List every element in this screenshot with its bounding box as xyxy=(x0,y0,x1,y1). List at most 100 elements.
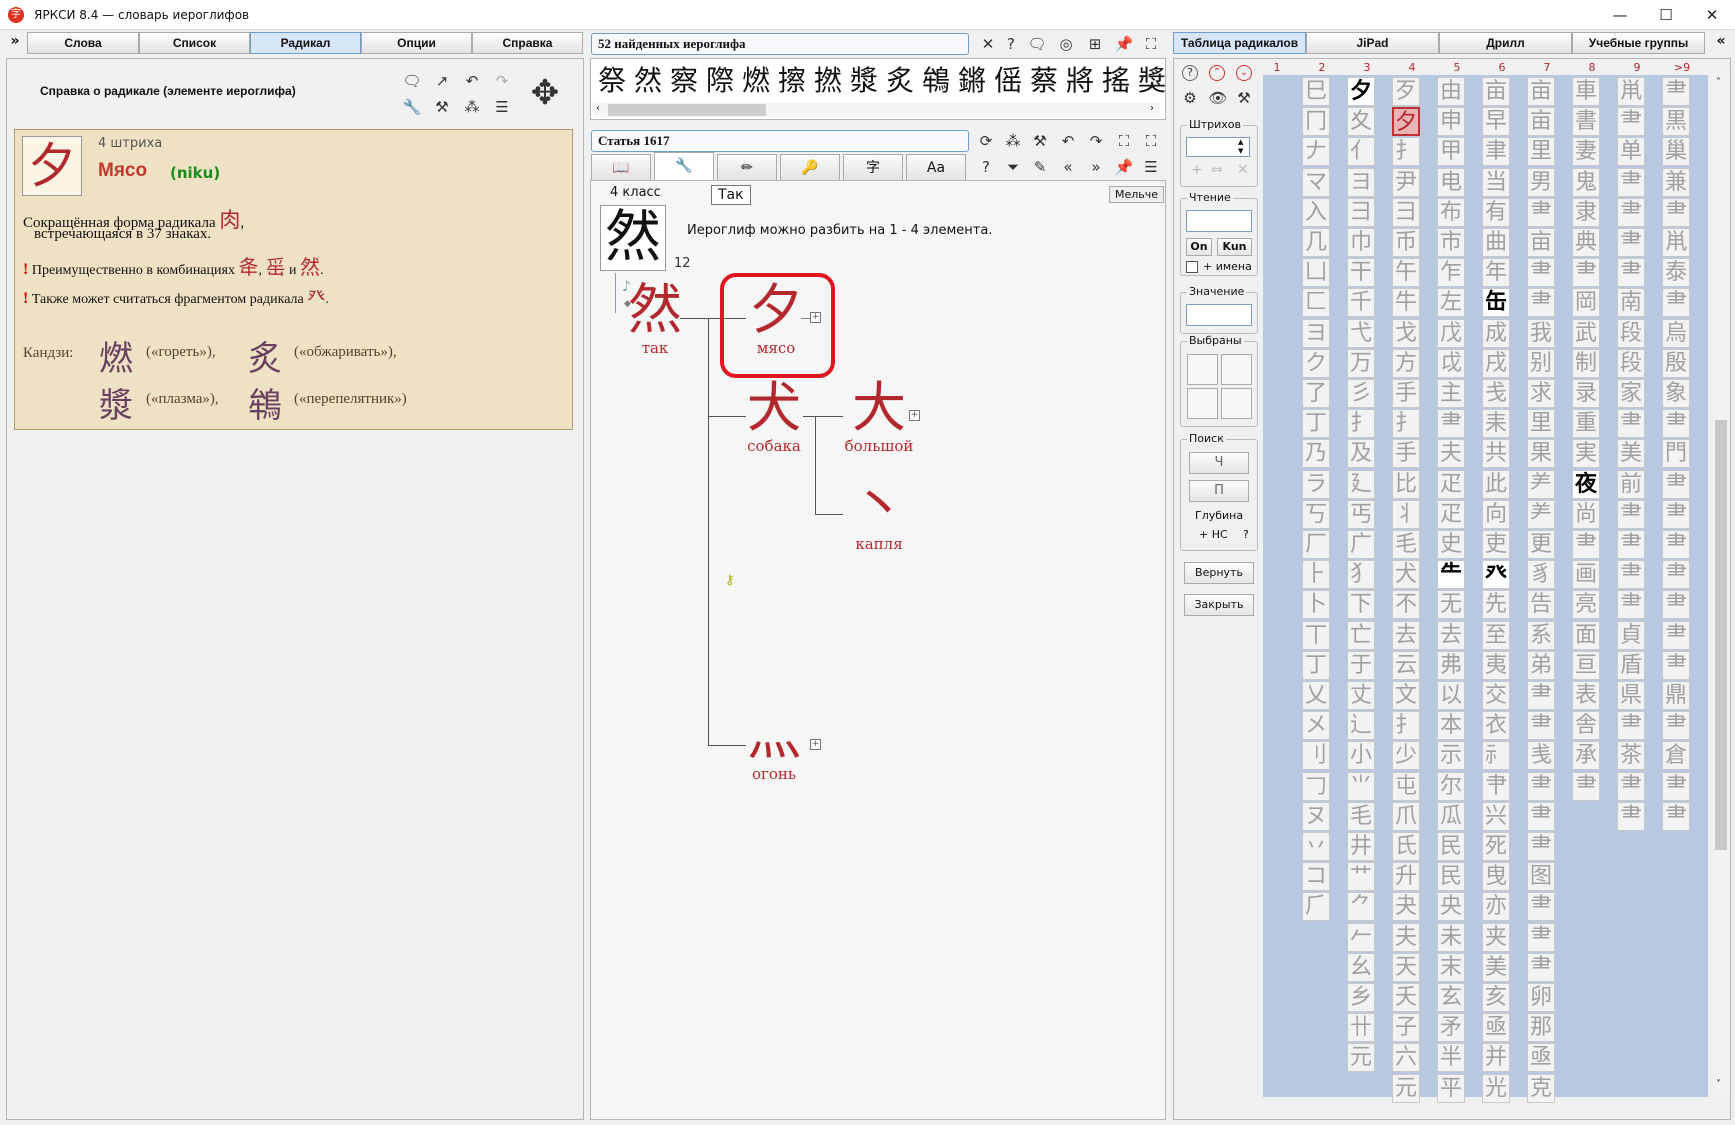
radical-cell[interactable]: 𠃌 xyxy=(1302,771,1330,801)
radical-cell[interactable]: 盾 xyxy=(1617,650,1645,680)
radical-cell[interactable]: 氏 xyxy=(1392,832,1420,861)
radical-cell[interactable]: 兼 xyxy=(1662,167,1690,197)
radical-cell[interactable]: ⺻ xyxy=(1662,650,1690,680)
radical-cell[interactable]: 弋 xyxy=(1347,318,1375,348)
radical-cell[interactable]: ⺘ xyxy=(1392,409,1420,439)
close-button[interactable]: Закрыть xyxy=(1184,594,1254,616)
grid-scrollbar-thumb[interactable] xyxy=(1715,420,1727,850)
radical-cell[interactable]: 卵 xyxy=(1527,983,1555,1012)
radical-cell[interactable]: ⺻ xyxy=(1617,801,1645,831)
radical-cell[interactable]: 手 xyxy=(1392,439,1420,469)
radical-cell[interactable]: 戈 xyxy=(1392,318,1420,348)
radical-cell[interactable]: ⺻ xyxy=(1617,197,1645,227)
filter-icon[interactable]: ⏷ xyxy=(1003,157,1023,177)
radical-cell[interactable]: 豸 xyxy=(1527,560,1555,590)
radical-cell[interactable]: 夜 xyxy=(1572,469,1600,499)
radical-cell[interactable]: 牛 xyxy=(1392,288,1420,318)
radical-cell[interactable]: 云 xyxy=(1392,650,1420,680)
radical-cell[interactable]: 制 xyxy=(1572,348,1600,378)
radical-cell[interactable]: ⺻ xyxy=(1572,530,1600,559)
strip-kanji[interactable]: 漿 xyxy=(846,63,882,99)
radical-cell[interactable]: 乃 xyxy=(1302,439,1330,469)
radical-cell[interactable]: ⺻ xyxy=(1662,197,1690,227)
radical-cell[interactable]: 戉 xyxy=(1437,348,1465,378)
radical-cell[interactable]: 千 xyxy=(1347,288,1375,318)
radical-cell[interactable]: 丈 xyxy=(1347,681,1375,710)
radical-cell[interactable]: 歹 xyxy=(1392,77,1420,106)
undo-icon[interactable]: ↶ xyxy=(462,71,482,91)
radical-cell[interactable]: 丷 xyxy=(1302,832,1330,861)
swap-icon[interactable]: ⇔ xyxy=(1211,162,1223,178)
radical-cell[interactable]: 丁 xyxy=(1302,409,1330,439)
radical-cell[interactable]: 申 xyxy=(1437,107,1465,137)
broom-icon[interactable]: ⚒ xyxy=(432,97,452,117)
export-icon[interactable]: ↗ xyxy=(432,71,452,91)
radical-cell[interactable]: 下 xyxy=(1347,590,1375,620)
radical-cell[interactable]: 匚 xyxy=(1302,288,1330,318)
radical-cell[interactable]: 美 xyxy=(1617,439,1645,469)
radical-cell[interactable]: 妻 xyxy=(1572,137,1600,167)
reading-input[interactable] xyxy=(1186,210,1252,232)
radical-cell[interactable]: 天 xyxy=(1392,952,1420,982)
radical-cell[interactable]: 成 xyxy=(1482,318,1510,348)
tree-node-meat[interactable]: 夕 мясо xyxy=(741,281,811,358)
radical-cell[interactable]: ⺻ xyxy=(1617,167,1645,197)
radical-cell[interactable]: ⺻ xyxy=(1662,409,1690,439)
up-circle-icon[interactable]: ⌃ xyxy=(1209,65,1225,81)
example-kanji-4[interactable]: 鴾 xyxy=(248,378,282,427)
radical-cell[interactable]: 画 xyxy=(1572,560,1600,590)
radical-cell[interactable]: ⺻ xyxy=(1617,258,1645,288)
radical-cell[interactable]: 先 xyxy=(1482,590,1510,620)
radical-cell[interactable]: 吏 xyxy=(1482,530,1510,559)
radical-cell[interactable]: ⺻ xyxy=(1662,288,1690,318)
radical-cell[interactable]: ⺻ xyxy=(1662,771,1690,801)
fullscreen-icon[interactable]: ⛶ xyxy=(1141,34,1161,54)
tab-options[interactable]: Опции xyxy=(361,32,472,54)
radical-cell[interactable]: 岡 xyxy=(1572,288,1600,318)
radical-cell[interactable]: 更 xyxy=(1527,530,1555,559)
radical-cell[interactable]: ⺘ xyxy=(1392,711,1420,741)
radical-cell[interactable]: 疋 xyxy=(1437,499,1465,529)
settings-icon[interactable]: ⚙ xyxy=(1180,88,1200,108)
radical-cell[interactable]: 亟 xyxy=(1482,1013,1510,1043)
radical-cell[interactable]: 共 xyxy=(1482,439,1510,469)
radical-cell[interactable]: 民 xyxy=(1437,832,1465,861)
tree-node-drop[interactable]: 丶 капля xyxy=(844,477,914,554)
radical-cell[interactable]: 亩 xyxy=(1482,77,1510,106)
radical-cell[interactable]: 万 xyxy=(1347,348,1375,378)
down-circle-icon[interactable]: ⌄ xyxy=(1236,65,1252,81)
tree-node-root[interactable]: 然 так xyxy=(625,281,685,358)
strip-kanji[interactable]: 擦 xyxy=(774,63,810,99)
radical-cell[interactable]: 不 xyxy=(1392,590,1420,620)
radical-cell[interactable]: 布 xyxy=(1437,197,1465,227)
radical-cell[interactable]: 巳 xyxy=(1302,77,1330,106)
radical-cell[interactable]: 元 xyxy=(1392,1073,1420,1103)
radical-cell[interactable]: 及 xyxy=(1347,439,1375,469)
radical-cell[interactable]: 去 xyxy=(1392,620,1420,650)
radical-cell[interactable]: 交 xyxy=(1482,681,1510,710)
radical-cell[interactable]: ⻤ xyxy=(1572,167,1600,197)
radical-cell[interactable]: 夕 xyxy=(1392,107,1420,137)
strip-kanji[interactable]: 燃 xyxy=(738,63,774,99)
radical-cell[interactable]: ⺻ xyxy=(1527,681,1555,710)
radical-cell[interactable]: 里 xyxy=(1527,409,1555,439)
radical-cell[interactable]: 曲 xyxy=(1482,228,1510,257)
spiral-icon[interactable]: ◎ xyxy=(1056,34,1076,54)
radical-cell[interactable]: ⺻ xyxy=(1572,771,1600,801)
radical-cell[interactable]: 死 xyxy=(1482,832,1510,861)
radical-cell[interactable]: 段 xyxy=(1617,348,1645,378)
prev-icon[interactable]: « xyxy=(1058,157,1078,177)
radical-cell[interactable]: 午 xyxy=(1392,258,1420,288)
radical-cell[interactable]: 烏 xyxy=(1662,318,1690,348)
strokes-spinner[interactable]: ▲ ▼ xyxy=(1238,138,1243,156)
broom-icon-2[interactable]: ⚒ xyxy=(1030,131,1050,151)
expand-fire-icon[interactable]: + xyxy=(810,739,821,750)
molecule-icon[interactable]: ⁂ xyxy=(462,97,482,117)
radical-cell[interactable]: ⺕ xyxy=(1392,197,1420,227)
scroll-right-icon[interactable]: › xyxy=(1150,103,1154,114)
tab-study-groups[interactable]: Учебные группы xyxy=(1572,32,1705,54)
radical-cell[interactable]: ⺻ xyxy=(1662,77,1690,106)
radical-cell[interactable]: 乂 xyxy=(1302,681,1330,710)
radical-cell[interactable]: 幺 xyxy=(1347,952,1375,982)
network-icon[interactable]: ⊞ xyxy=(1085,34,1105,54)
